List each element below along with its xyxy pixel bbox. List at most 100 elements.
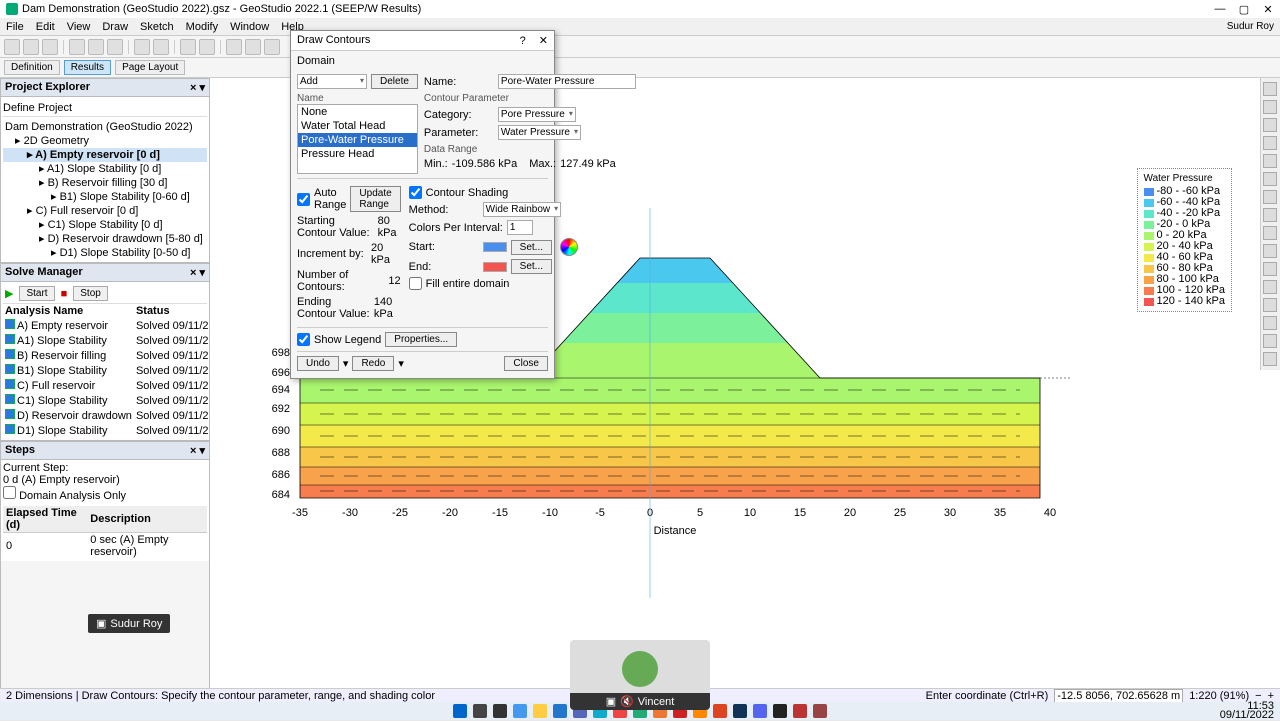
- redo-button[interactable]: Redo: [352, 356, 394, 371]
- refresh-icon[interactable]: [180, 39, 196, 55]
- rtool-16-icon[interactable]: [1263, 352, 1277, 366]
- rtool-6-icon[interactable]: [1263, 172, 1277, 186]
- tree-item[interactable]: ▸ B) Reservoir filling [30 d]: [3, 176, 207, 190]
- domain-list[interactable]: NoneWater Total HeadPore-Water PressureP…: [297, 104, 418, 174]
- system-clock[interactable]: 11:5309/11/2022: [1220, 702, 1274, 720]
- dialog-help-button[interactable]: ?: [520, 35, 526, 47]
- domain-list-item[interactable]: Water Total Head: [298, 119, 417, 133]
- undo-icon[interactable]: [134, 39, 150, 55]
- solve-row[interactable]: D1) Slope StabilitySolved 09/11/2022 15:…: [3, 423, 209, 438]
- tree-item[interactable]: ▸ B1) Slope Stability [0-60 d]: [3, 190, 207, 204]
- solve-row[interactable]: B) Reservoir fillingSolved 09/11/2022 15…: [3, 348, 209, 363]
- redo-icon[interactable]: [153, 39, 169, 55]
- copy-icon[interactable]: [88, 39, 104, 55]
- steam-icon[interactable]: [733, 704, 747, 718]
- method-select[interactable]: Wide Rainbow: [483, 202, 562, 217]
- close-button[interactable]: ✕: [1262, 3, 1274, 16]
- paste-icon[interactable]: [107, 39, 123, 55]
- tree-item[interactable]: ▸ C) Full reservoir [0 d]: [3, 204, 207, 218]
- menu-file[interactable]: File: [6, 21, 24, 33]
- undo-button[interactable]: Undo: [297, 356, 339, 371]
- set-start-color-button[interactable]: Set...: [511, 240, 552, 255]
- search-icon[interactable]: [473, 704, 487, 718]
- pan-icon[interactable]: [245, 39, 261, 55]
- new-icon[interactable]: [4, 39, 20, 55]
- menu-draw[interactable]: Draw: [102, 21, 128, 33]
- menu-edit[interactable]: Edit: [36, 21, 55, 33]
- minimize-button[interactable]: —: [1214, 3, 1226, 16]
- rtool-12-icon[interactable]: [1263, 280, 1277, 294]
- auto-range-checkbox[interactable]: [297, 193, 310, 206]
- rtool-9-icon[interactable]: [1263, 226, 1277, 240]
- project-tree[interactable]: Dam Demonstration (GeoStudio 2022) ▸ 2D …: [3, 120, 207, 260]
- contour-shading-checkbox[interactable]: [409, 186, 422, 199]
- menu-window[interactable]: Window: [230, 21, 269, 33]
- dialog-close-button[interactable]: ✕: [539, 35, 548, 47]
- tool-a-icon[interactable]: [199, 39, 215, 55]
- tree-item[interactable]: ▸ C1) Slope Stability [0 d]: [3, 218, 207, 232]
- tree-item[interactable]: ▸ A1) Slope Stability [0 d]: [3, 162, 207, 176]
- pagelayout-tab[interactable]: Page Layout: [115, 60, 185, 75]
- tree-item[interactable]: ▸ 2D Geometry: [3, 134, 207, 148]
- tree-item[interactable]: ▸ A) Empty reservoir [0 d]: [3, 148, 207, 162]
- stop-button[interactable]: Stop: [73, 286, 108, 301]
- menu-view[interactable]: View: [67, 21, 91, 33]
- coord-value[interactable]: -12.5 8056, 702.65628 m: [1054, 689, 1183, 703]
- add-dropdown[interactable]: Add: [297, 74, 367, 89]
- start-icon[interactable]: [453, 704, 467, 718]
- domain-list-item[interactable]: Pore-Water Pressure: [298, 133, 417, 147]
- rtool-2-icon[interactable]: [1263, 100, 1277, 114]
- solve-row[interactable]: B1) Slope StabilitySolved 09/11/2022 15:…: [3, 363, 209, 378]
- rtool-11-icon[interactable]: [1263, 262, 1277, 276]
- solve-row[interactable]: A1) Slope StabilitySolved 09/11/2022 15:…: [3, 333, 209, 348]
- rtool-3-icon[interactable]: [1263, 118, 1277, 132]
- parameter-select[interactable]: Water Pressure: [498, 125, 581, 140]
- taskview-icon[interactable]: [493, 704, 507, 718]
- stop-icon[interactable]: ■: [61, 288, 68, 300]
- definition-tab[interactable]: Definition: [4, 60, 60, 75]
- rtool-10-icon[interactable]: [1263, 244, 1277, 258]
- results-tab[interactable]: Results: [64, 60, 111, 75]
- rtool-1-icon[interactable]: [1263, 82, 1277, 96]
- menu-sketch[interactable]: Sketch: [140, 21, 174, 33]
- rtool-5-icon[interactable]: [1263, 154, 1277, 168]
- contour-legend[interactable]: Water Pressure -80 - -60 kPa-60 - -40 kP…: [1137, 168, 1233, 312]
- rtool-13-icon[interactable]: [1263, 298, 1277, 312]
- discord-icon[interactable]: [753, 704, 767, 718]
- menu-modify[interactable]: Modify: [186, 21, 218, 33]
- rotate-icon[interactable]: [264, 39, 280, 55]
- domain-list-item[interactable]: None: [298, 105, 417, 119]
- rtool-14-icon[interactable]: [1263, 316, 1277, 330]
- chat-icon[interactable]: [513, 704, 527, 718]
- maximize-button[interactable]: ▢: [1238, 3, 1250, 16]
- color-wheel-icon[interactable]: [560, 238, 578, 256]
- sublime2-icon[interactable]: [813, 704, 827, 718]
- open-icon[interactable]: [23, 39, 39, 55]
- rtool-7-icon[interactable]: [1263, 190, 1277, 204]
- explorer-icon[interactable]: [533, 704, 547, 718]
- solve-row[interactable]: D) Reservoir drawdownSolved 09/11/2022 1…: [3, 408, 209, 423]
- fill-domain-checkbox[interactable]: [409, 277, 422, 290]
- rtool-8-icon[interactable]: [1263, 208, 1277, 222]
- pin-icon[interactable]: ▣: [606, 695, 616, 708]
- category-select[interactable]: Pore Pressure: [498, 107, 576, 122]
- name-input[interactable]: [498, 74, 636, 89]
- pointer-icon[interactable]: [226, 39, 242, 55]
- domain-list-item[interactable]: Pressure Head: [298, 147, 417, 161]
- properties-button[interactable]: Properties...: [385, 332, 457, 347]
- colors-per-input[interactable]: [507, 220, 533, 235]
- tree-root[interactable]: Dam Demonstration (GeoStudio 2022): [3, 120, 207, 134]
- tree-item[interactable]: ▸ D) Reservoir drawdown [5-80 d]: [3, 232, 207, 246]
- print-icon[interactable]: [69, 39, 85, 55]
- rtool-4-icon[interactable]: [1263, 136, 1277, 150]
- set-end-color-button[interactable]: Set...: [511, 259, 552, 274]
- outlook-icon[interactable]: [553, 704, 567, 718]
- define-project-button[interactable]: Define Project: [3, 102, 72, 114]
- sublime-icon[interactable]: [793, 704, 807, 718]
- close-dialog-button[interactable]: Close: [504, 356, 548, 371]
- start-icon[interactable]: ▶: [5, 287, 13, 300]
- update-range-button[interactable]: Update Range: [350, 186, 400, 212]
- save-icon[interactable]: [42, 39, 58, 55]
- ppt-icon[interactable]: [713, 704, 727, 718]
- solve-row[interactable]: C1) Slope StabilitySolved 09/11/2022 15:…: [3, 393, 209, 408]
